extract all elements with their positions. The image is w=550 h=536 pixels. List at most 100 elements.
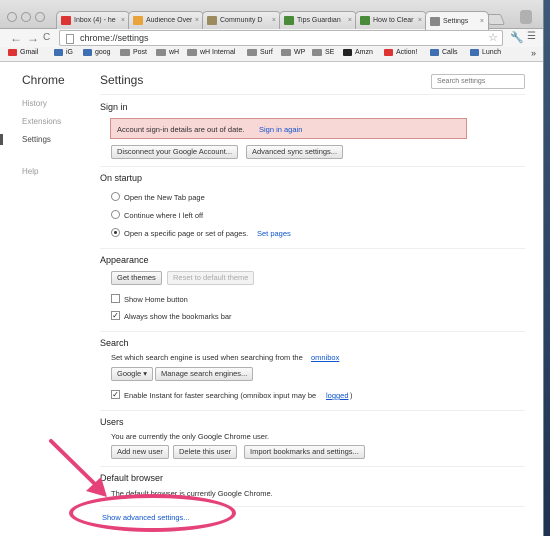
- minimize-window-button[interactable]: [21, 12, 31, 22]
- page-title: Settings: [100, 73, 144, 87]
- close-tab-icon[interactable]: ×: [272, 17, 276, 24]
- bookmark-se[interactable]: SE: [312, 49, 334, 56]
- bookmark-amzn[interactable]: Amzn: [343, 49, 373, 56]
- startup-option-label: Continue where I left off: [124, 211, 204, 220]
- search-engine-value: Google: [117, 369, 142, 378]
- close-tab-icon[interactable]: ×: [348, 17, 352, 24]
- bookmark-label: goog: [95, 49, 111, 56]
- add-user-button[interactable]: Add new user: [111, 445, 169, 459]
- omnibox[interactable]: chrome://settings ☆: [59, 30, 503, 46]
- tab-community[interactable]: Community D ×: [202, 11, 281, 29]
- community-icon: [207, 16, 217, 25]
- bookmark-wp[interactable]: WP: [281, 49, 305, 56]
- bookmark-label: WP: [294, 49, 306, 56]
- bookmark-wh[interactable]: wH: [156, 49, 179, 56]
- folder-icon: [247, 49, 257, 56]
- close-tab-icon[interactable]: ×: [480, 18, 484, 25]
- close-tab-icon[interactable]: ×: [418, 17, 422, 24]
- guardian-icon: [360, 16, 370, 25]
- annotation-arrow-icon: [49, 439, 107, 497]
- bookmark-post[interactable]: Post: [120, 49, 147, 56]
- wrench-icon[interactable]: 🔧: [510, 31, 524, 44]
- tab-strip: Inbox (4) - he × Audience Over × Communi…: [0, 0, 543, 30]
- bookmark-wh-internal[interactable]: wH Internal: [187, 49, 235, 56]
- tab-audience[interactable]: Audience Over ×: [128, 11, 204, 29]
- bookmark-label: Post: [133, 49, 148, 56]
- more-bookmarks-icon[interactable]: »: [531, 48, 536, 58]
- divider: [100, 94, 525, 95]
- forward-button[interactable]: →: [27, 31, 39, 45]
- tab-tips[interactable]: Tips Guardian ×: [279, 11, 357, 29]
- delete-user-button[interactable]: Delete this user: [173, 445, 238, 459]
- bookmark-label: Calls: [442, 49, 458, 56]
- bookmark-label: SE: [325, 49, 335, 56]
- bookmark-label: Gmail: [20, 49, 39, 56]
- nav-item-extensions[interactable]: Extensions: [22, 117, 61, 126]
- startup-radio-specific-pages[interactable]: [111, 228, 120, 237]
- bookmarks-bar: Gmail iG goog Post wH wH Internal Surf W…: [0, 47, 543, 62]
- analytics-icon: [133, 16, 143, 25]
- tab-settings[interactable]: Settings ×: [425, 11, 489, 30]
- bookmark-star-icon[interactable]: ☆: [488, 31, 498, 44]
- bookmark-calls[interactable]: Calls: [430, 49, 458, 56]
- import-bookmarks-button[interactable]: Import bookmarks and settings...: [244, 445, 365, 459]
- nav-item-history[interactable]: History: [22, 99, 47, 108]
- checkbox-label-end: ): [350, 391, 353, 400]
- tab-label: Audience Over: [146, 17, 192, 24]
- bookmark-ig[interactable]: iG: [54, 49, 73, 56]
- folder-icon: [187, 49, 197, 56]
- omnibox-link[interactable]: omnibox: [311, 353, 339, 362]
- zoom-window-button[interactable]: [35, 12, 45, 22]
- bookmark-goog[interactable]: goog: [83, 49, 111, 56]
- calls-icon: [430, 49, 439, 56]
- bookmark-surf[interactable]: Surf: [247, 49, 273, 56]
- tab-how-to-clear[interactable]: How to Clear ×: [355, 11, 427, 29]
- bookmark-label: wH: [169, 49, 180, 56]
- nav-item-settings[interactable]: Settings: [22, 135, 51, 144]
- tab-inbox[interactable]: Inbox (4) - he ×: [56, 11, 130, 29]
- checkbox-label: Show Home button: [124, 295, 188, 304]
- advanced-sync-button[interactable]: Advanced sync settings...: [246, 145, 344, 159]
- gmail-icon: [8, 49, 17, 56]
- search-settings-input[interactable]: [431, 74, 525, 89]
- reset-theme-button[interactable]: Reset to default theme: [167, 271, 255, 285]
- bookmark-lunch[interactable]: Lunch: [470, 49, 501, 56]
- manage-search-engines-button[interactable]: Manage search engines...: [155, 367, 254, 381]
- sign-in-again-link[interactable]: Sign in again: [259, 125, 302, 134]
- instant-checkbox[interactable]: ✓: [111, 390, 120, 399]
- folder-icon: [120, 49, 130, 56]
- alert-text: Account sign-in details are out of date.: [117, 125, 245, 134]
- back-button[interactable]: ←: [10, 31, 22, 45]
- checkbox-label: Always show the bookmarks bar: [124, 312, 232, 321]
- annotation-ellipse: [69, 494, 236, 532]
- set-pages-link[interactable]: Set pages: [257, 229, 291, 238]
- get-themes-button[interactable]: Get themes: [111, 271, 162, 285]
- folder-icon: [281, 49, 291, 56]
- reload-button[interactable]: C: [43, 31, 50, 45]
- nav-item-help[interactable]: Help: [22, 167, 38, 176]
- disconnect-account-button[interactable]: Disconnect your Google Account...: [111, 145, 239, 159]
- startup-radio-new-tab[interactable]: [111, 192, 120, 201]
- divider: [100, 331, 525, 332]
- dropdown-arrow-icon: ▾: [143, 369, 148, 378]
- show-bookmarks-checkbox[interactable]: ✓: [111, 311, 120, 320]
- url-text[interactable]: chrome://settings: [80, 33, 149, 43]
- search-engine-select[interactable]: Google ▾: [111, 367, 154, 381]
- nav-title: Chrome: [22, 73, 65, 87]
- startup-radio-continue[interactable]: [111, 210, 120, 219]
- menu-icon[interactable]: ☰: [527, 31, 536, 42]
- bookmark-label: Lunch: [482, 49, 502, 56]
- close-tab-icon[interactable]: ×: [121, 17, 125, 24]
- profile-icon[interactable]: [520, 10, 532, 24]
- folder-icon: [156, 49, 166, 56]
- bookmark-gmail[interactable]: Gmail: [8, 49, 38, 56]
- close-window-button[interactable]: [7, 12, 17, 22]
- users-description: You are currently the only Google Chrome…: [111, 432, 270, 441]
- logged-link[interactable]: logged: [326, 391, 349, 400]
- section-title-on-startup: On startup: [100, 173, 143, 183]
- show-home-checkbox[interactable]: [111, 294, 120, 303]
- bookmark-action[interactable]: Action!: [384, 49, 417, 56]
- close-tab-icon[interactable]: ×: [195, 17, 199, 24]
- divider: [100, 466, 525, 467]
- tab-label: Settings: [443, 17, 469, 25]
